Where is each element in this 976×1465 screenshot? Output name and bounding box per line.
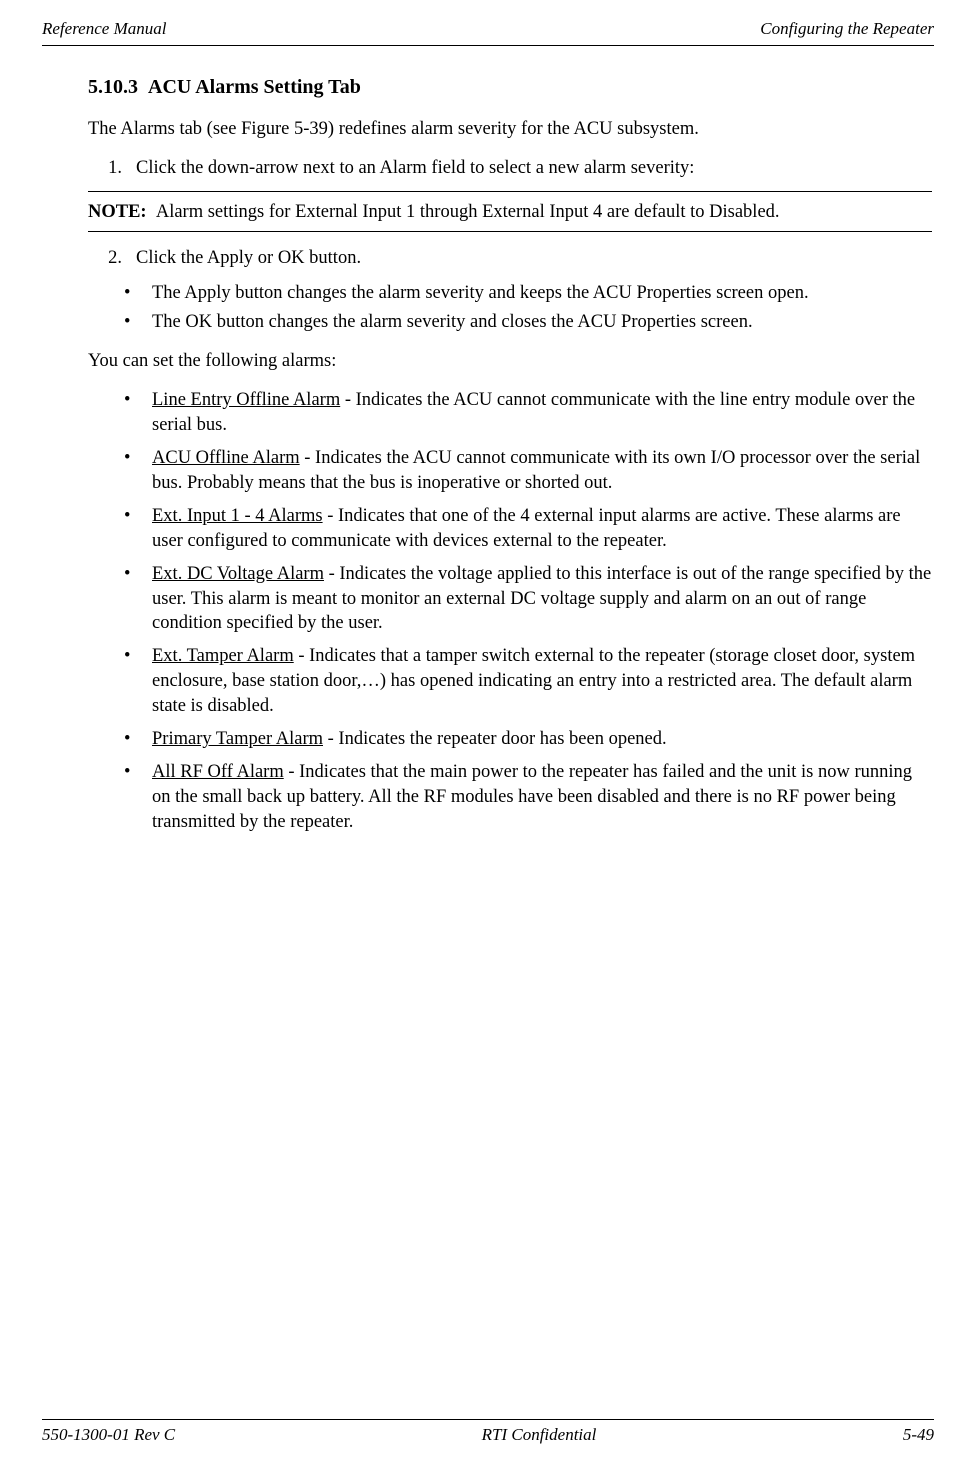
step-2-sub-2: • The OK button changes the alarm severi…: [124, 310, 932, 335]
section-heading: 5.10.3 ACU Alarms Setting Tab: [88, 74, 932, 101]
bullet-icon: •: [124, 562, 152, 637]
alarm-item-6: • Primary Tamper Alarm - Indicates the r…: [124, 727, 932, 752]
step-1-number: 1.: [88, 156, 136, 181]
alarm-5-name: Ext. Tamper Alarm: [152, 646, 294, 666]
bullet-icon: •: [124, 310, 152, 335]
alarm-item-7: • All RF Off Alarm - Indicates that the …: [124, 760, 932, 835]
alarm-item-3: • Ext. Input 1 - 4 Alarms - Indicates th…: [124, 504, 932, 554]
bullet-icon: •: [124, 446, 152, 496]
note-block: NOTE: Alarm settings for External Input …: [88, 200, 932, 225]
alarm-6-name: Primary Tamper Alarm: [152, 729, 323, 749]
alarm-1-name: Line Entry Offline Alarm: [152, 390, 340, 410]
step-2-sub-1: • The Apply button changes the alarm sev…: [124, 281, 932, 306]
alarm-item-5: • Ext. Tamper Alarm - Indicates that a t…: [124, 644, 932, 719]
page-header: Reference Manual Configuring the Repeate…: [42, 18, 934, 45]
step-2-sub-2-text: The OK button changes the alarm severity…: [152, 310, 753, 335]
note-top-rule: [88, 191, 932, 192]
step-2: 2. Click the Apply or OK button.: [88, 246, 932, 271]
page-footer: 550-1300-01 Rev C RTI Confidential 5-49: [42, 1419, 934, 1447]
step-2-sub-1-text: The Apply button changes the alarm sever…: [152, 281, 809, 306]
alarm-7-name: All RF Off Alarm: [152, 762, 284, 782]
bullet-icon: •: [124, 727, 152, 752]
alarm-6-desc: - Indicates the repeater door has been o…: [323, 729, 667, 749]
intro-paragraph: The Alarms tab (see Figure 5-39) redefin…: [88, 117, 932, 142]
alarm-3-name: Ext. Input 1 - 4 Alarms: [152, 506, 323, 526]
step-2-text: Click the Apply or OK button.: [136, 246, 361, 271]
step-2-number: 2.: [88, 246, 136, 271]
note-body: Alarm settings for External Input 1 thro…: [156, 202, 780, 222]
alarm-item-1: • Line Entry Offline Alarm - Indicates t…: [124, 388, 932, 438]
bullet-icon: •: [124, 388, 152, 438]
step-list-2: 2. Click the Apply or OK button.: [88, 246, 932, 271]
note-bottom-rule: [88, 231, 932, 232]
step-1: 1. Click the down-arrow next to an Alarm…: [88, 156, 932, 181]
header-left: Reference Manual: [42, 18, 166, 41]
alarms-list: • Line Entry Offline Alarm - Indicates t…: [124, 388, 932, 836]
alarm-4-name: Ext. DC Voltage Alarm: [152, 564, 324, 584]
footer-rule: [42, 1419, 934, 1420]
note-label: NOTE:: [88, 202, 147, 222]
step-2-sub-bullets: • The Apply button changes the alarm sev…: [124, 281, 932, 335]
alarms-intro: You can set the following alarms:: [88, 349, 932, 374]
header-rule: [42, 45, 934, 46]
bullet-icon: •: [124, 281, 152, 306]
footer-right: 5-49: [903, 1424, 934, 1447]
section-number: 5.10.3: [88, 76, 138, 98]
alarm-item-4: • Ext. DC Voltage Alarm - Indicates the …: [124, 562, 932, 637]
alarm-2-name: ACU Offline Alarm: [152, 448, 300, 468]
header-right: Configuring the Repeater: [760, 18, 934, 41]
bullet-icon: •: [124, 504, 152, 554]
footer-left: 550-1300-01 Rev C: [42, 1424, 175, 1447]
bullet-icon: •: [124, 644, 152, 719]
alarm-item-2: • ACU Offline Alarm - Indicates the ACU …: [124, 446, 932, 496]
section-title-text: ACU Alarms Setting Tab: [148, 76, 361, 98]
page-content: 5.10.3 ACU Alarms Setting Tab The Alarms…: [42, 74, 934, 835]
step-1-text: Click the down-arrow next to an Alarm fi…: [136, 156, 694, 181]
step-list: 1. Click the down-arrow next to an Alarm…: [88, 156, 932, 181]
footer-center: RTI Confidential: [482, 1424, 597, 1447]
bullet-icon: •: [124, 760, 152, 835]
